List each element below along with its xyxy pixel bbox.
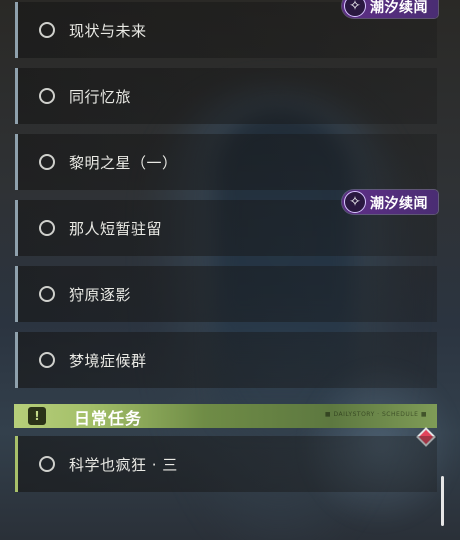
quest-item[interactable]: 同行忆旅: [15, 68, 437, 124]
quest-accent-bar: [15, 266, 18, 322]
quest-status-circle-icon: [39, 22, 55, 38]
quest-label: 狩原逐影: [69, 286, 132, 304]
scrollbar-thumb[interactable]: [441, 476, 444, 526]
sparkle-icon: ✧: [344, 0, 366, 17]
daily-quest-section-header[interactable]: ! 日常任务 ■ DAILYSTORY · SCHEDULE ■: [14, 404, 437, 428]
quest-category-tag: ✧ 潮汐续闻: [342, 0, 438, 18]
quest-category-tag: ✧ 潮汐续闻: [342, 190, 438, 214]
quest-status-circle-icon: [39, 456, 55, 472]
quest-label: 现状与未来: [69, 22, 147, 40]
quest-accent-bar: [15, 200, 18, 256]
quest-item[interactable]: 梦境症候群: [15, 332, 437, 388]
tag-label: 潮汐续闻: [370, 196, 428, 212]
section-subtitle: ■ DAILYSTORY · SCHEDULE ■: [324, 411, 427, 418]
quest-status-circle-icon: [39, 88, 55, 104]
quest-label: 同行忆旅: [69, 88, 132, 106]
quest-label: 黎明之星（一）: [69, 154, 178, 172]
quest-accent-bar: [15, 332, 18, 388]
sparkle-icon: ✧: [344, 191, 366, 213]
quest-label: 那人短暂驻留: [69, 220, 163, 238]
section-title: 日常任务: [74, 409, 143, 428]
quest-label: 梦境症候群: [69, 352, 147, 370]
quest-accent-bar: [15, 2, 18, 58]
quest-accent-bar: [15, 436, 18, 492]
quest-status-circle-icon: [39, 220, 55, 236]
quest-status-circle-icon: [39, 286, 55, 302]
quest-accent-bar: [15, 68, 18, 124]
quest-item[interactable]: 狩原逐影: [15, 266, 437, 322]
tag-label: 潮汐续闻: [370, 0, 428, 16]
scrollbar-track[interactable]: [441, 0, 444, 540]
quest-item[interactable]: 黎明之星（一）: [15, 134, 437, 190]
daily-quest-item[interactable]: 科学也疯狂 · 三: [15, 436, 437, 492]
quest-log-screen: 现状与未来 同行忆旅 黎明之星（一） 那人短暂驻留 狩原逐影 梦境症候群 ✧ 潮…: [0, 0, 460, 540]
quest-accent-bar: [15, 134, 18, 190]
quest-status-circle-icon: [39, 154, 55, 170]
quest-status-circle-icon: [39, 352, 55, 368]
quest-label: 科学也疯狂 · 三: [69, 456, 178, 474]
exclamation-icon: !: [28, 407, 46, 425]
